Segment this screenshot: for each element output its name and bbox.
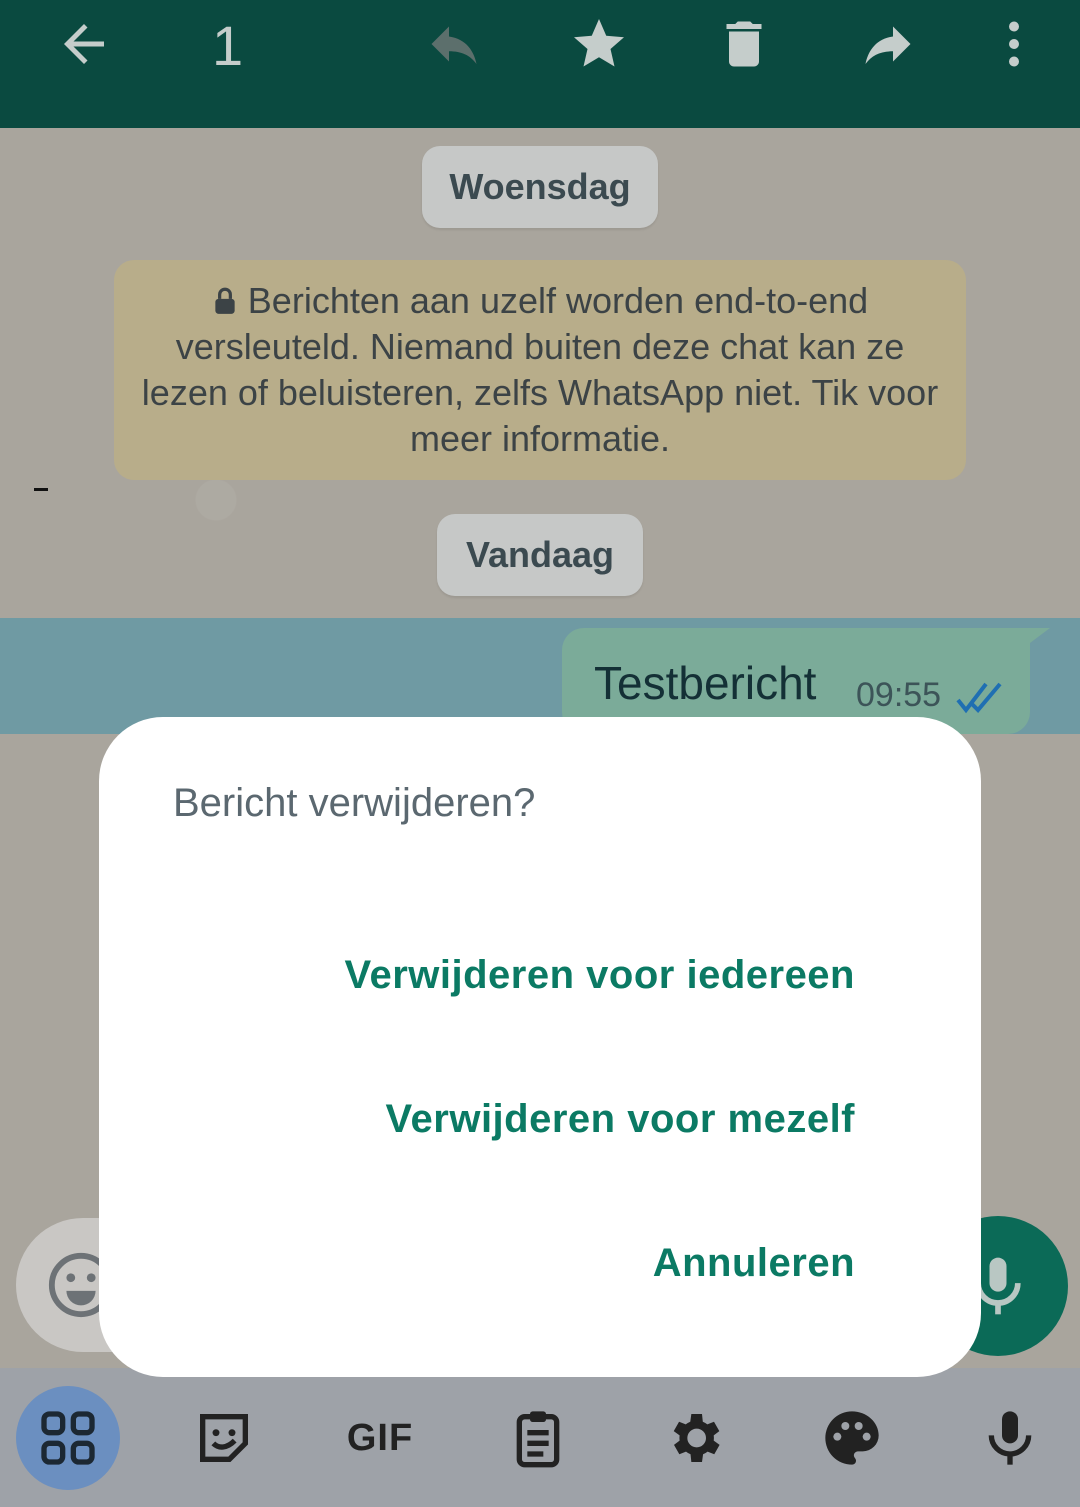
encryption-notice-text: Berichten aan uzelf worden end-to-end ve…: [141, 280, 939, 459]
double-tick-icon: [956, 682, 1002, 714]
gif-label: GIF: [346, 1416, 414, 1459]
dialog-title: Bericht verwijderen?: [173, 781, 536, 825]
forward-icon[interactable]: [858, 14, 918, 74]
clipboard-icon[interactable]: [492, 1392, 584, 1484]
palette-icon[interactable]: [806, 1392, 898, 1484]
more-vert-icon[interactable]: [984, 14, 1044, 74]
apps-grid-icon[interactable]: [16, 1386, 120, 1490]
selected-count: 1: [212, 14, 244, 77]
settings-icon[interactable]: [648, 1392, 740, 1484]
message-text: Testbericht: [594, 657, 817, 709]
delete-message-dialog: Bericht verwijderen? Verwijderen voor ie…: [99, 717, 981, 1377]
keyboard-mic-icon[interactable]: [964, 1392, 1056, 1484]
sticker-icon[interactable]: [178, 1392, 270, 1484]
lock-icon: [215, 287, 235, 314]
date-separator-today: Vandaag: [437, 514, 643, 596]
trash-icon[interactable]: [714, 14, 774, 74]
star-icon[interactable]: [569, 14, 629, 74]
bubble-tail: [1026, 628, 1050, 646]
back-arrow-icon[interactable]: [54, 14, 114, 74]
message-time: 09:55: [856, 676, 942, 714]
keyboard-toolbar: GIF: [0, 1368, 1080, 1507]
encryption-notice[interactable]: Berichten aan uzelf worden end-to-end ve…: [114, 260, 966, 480]
reply-icon[interactable]: [424, 14, 484, 74]
selection-toolbar: 1: [0, 0, 1080, 128]
gif-icon[interactable]: GIF: [334, 1392, 426, 1484]
stray-mark: [34, 488, 48, 491]
date-separator-wednesday: Woensdag: [422, 146, 658, 228]
delete-for-everyone-button[interactable]: Verwijderen voor iedereen: [345, 953, 856, 998]
cancel-button[interactable]: Annuleren: [653, 1241, 855, 1286]
delete-for-me-button[interactable]: Verwijderen voor mezelf: [386, 1097, 855, 1142]
